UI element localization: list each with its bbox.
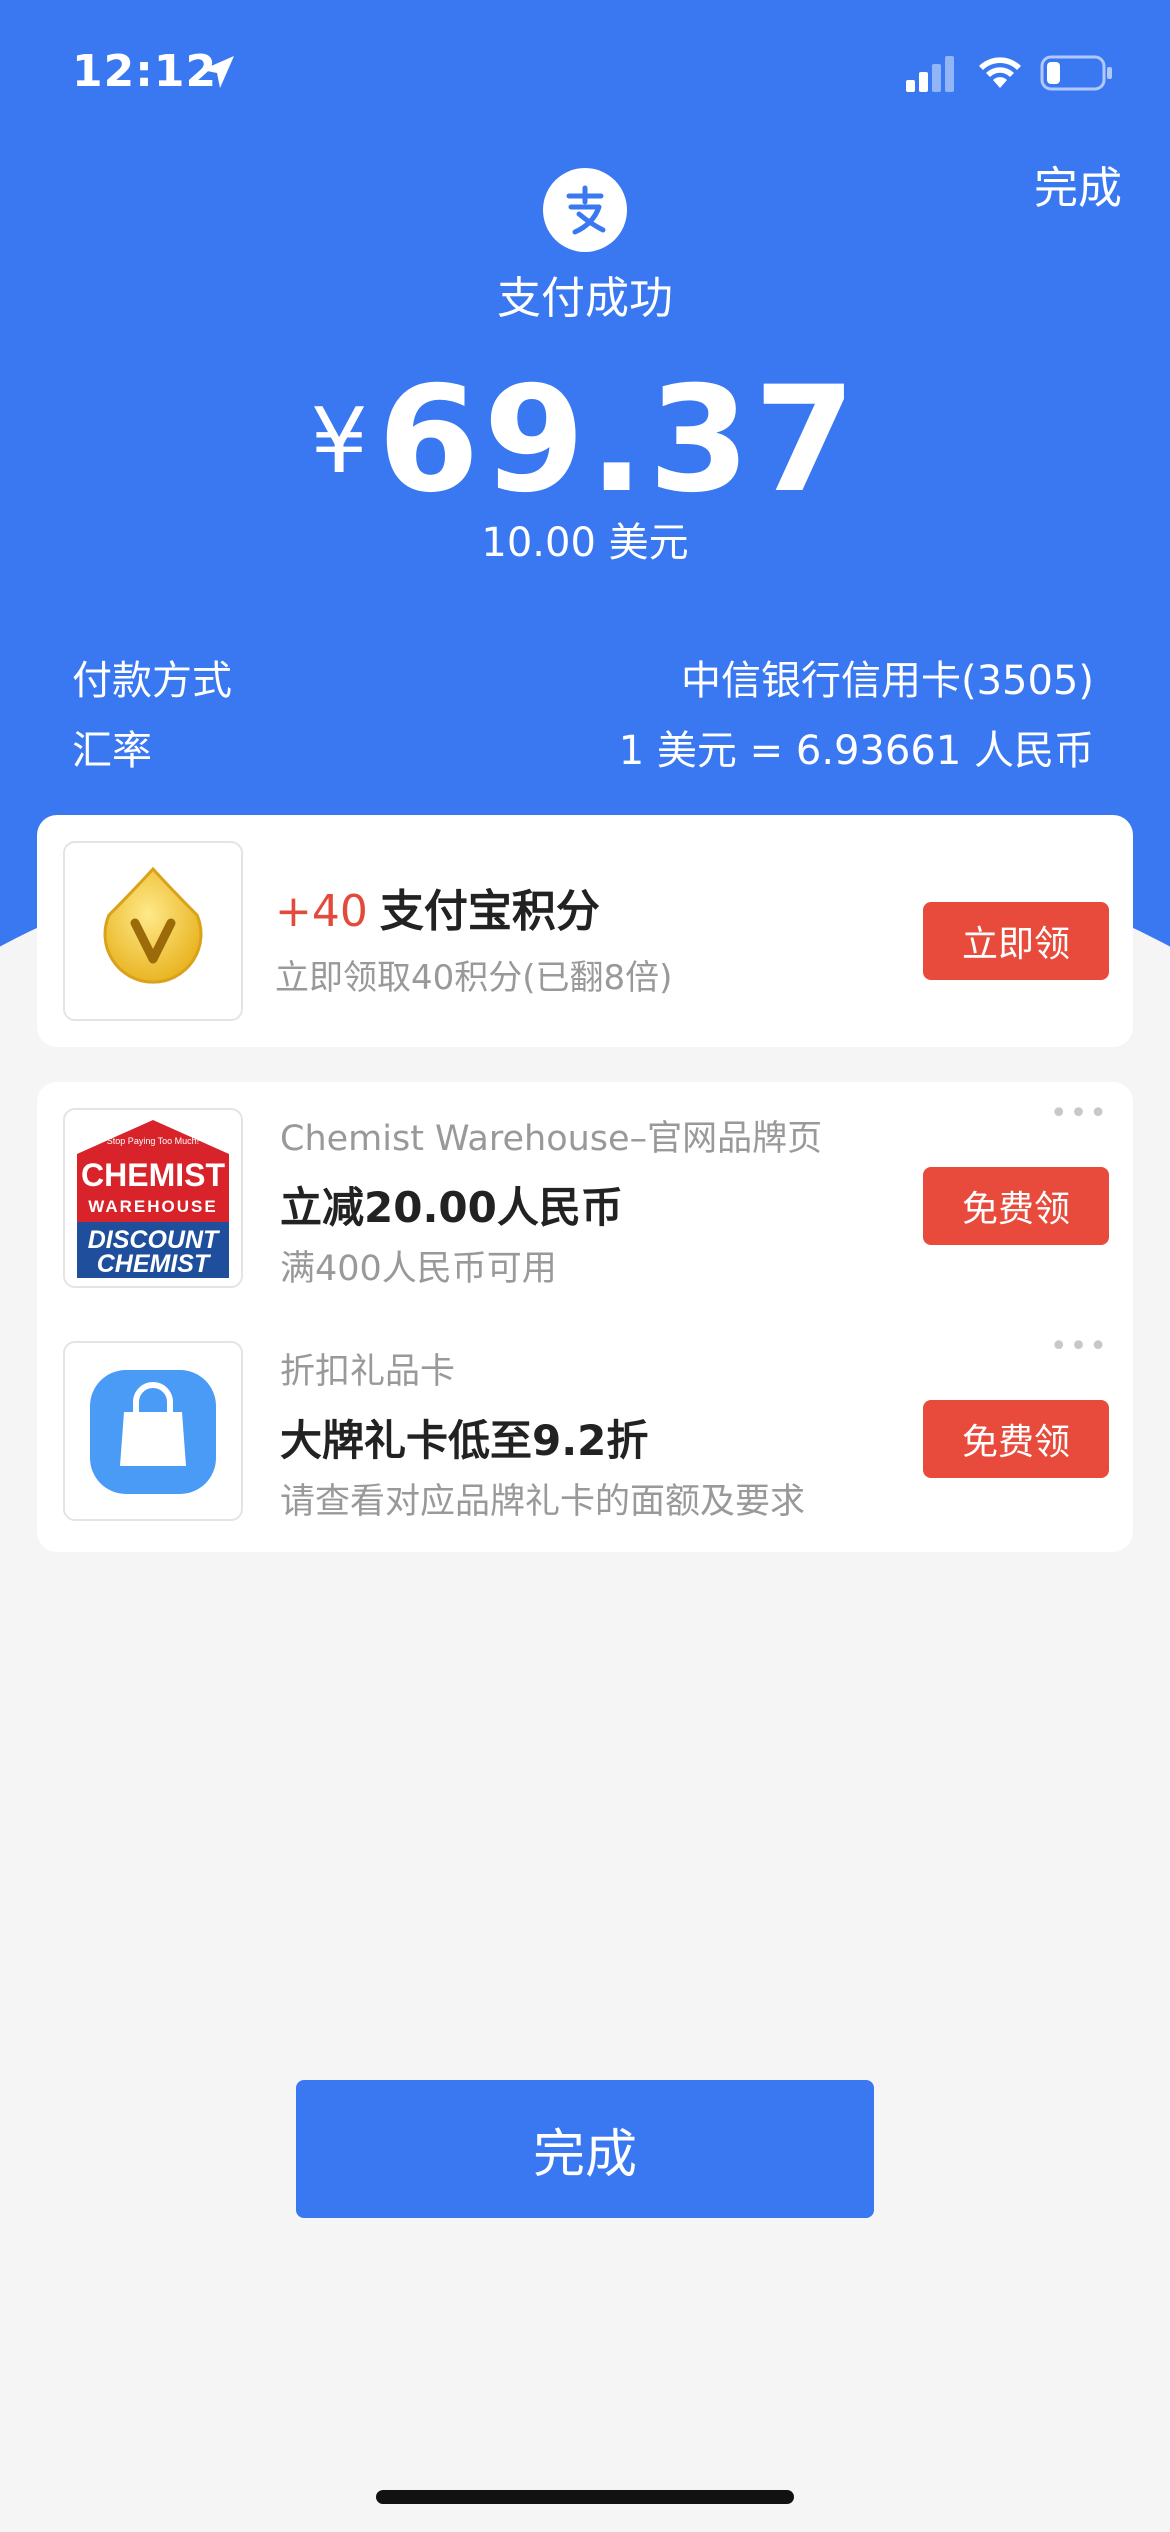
currency-symbol: ¥ [310, 389, 368, 494]
offer-source: 折扣礼品卡 [280, 1352, 456, 1392]
logo-tagline: Stop Paying Too Much! [107, 1136, 199, 1146]
exchange-rate-row: 汇率 1 美元 = 6.93661 人民币 [72, 718, 1094, 776]
list-item[interactable]: 折扣礼品卡 大牌礼卡低至9.2折 请查看对应品牌礼卡的面额及要求 ••• 免费领 [37, 1315, 1133, 1535]
shopping-bag-icon [90, 1370, 216, 1494]
logo-line1: CHEMIST [81, 1157, 225, 1193]
payment-method-row: 付款方式 中信银行信用卡(3505) [72, 648, 1094, 706]
exchange-rate-value: 1 美元 = 6.93661 人民币 [618, 728, 1094, 774]
points-thumbnail [63, 841, 243, 1021]
claim-offer-button[interactable]: 免费领 [923, 1167, 1109, 1245]
offer-subtitle: 满400人民币可用 [280, 1249, 557, 1289]
offer-subtitle: 请查看对应品牌礼卡的面额及要求 [280, 1482, 806, 1522]
gift-card-thumbnail [63, 1341, 243, 1521]
offer-title: 大牌礼卡低至9.2折 [280, 1416, 649, 1465]
alipay-logo-icon [543, 168, 627, 252]
original-amount: 10.00 美元 [481, 520, 689, 566]
payment-success-screen: 12:12 完成 支付成功 ¥69.37 10.00 美元 付款方式 中信银行信… [0, 0, 1170, 2532]
status-time: 12:12 [72, 46, 218, 97]
more-options-icon[interactable]: ••• [1050, 1096, 1109, 1131]
claim-points-button[interactable]: 立即领 [923, 902, 1109, 980]
payment-amount: ¥69.37 [0, 355, 1170, 525]
points-subtitle: 立即领取40积分(已翻8倍) [275, 958, 673, 998]
cellular-signal-icon [906, 56, 954, 92]
points-title: +40 支付宝积分 [275, 875, 600, 939]
more-options-icon[interactable]: ••• [1050, 1329, 1109, 1364]
top-done-button[interactable]: 完成 [1034, 152, 1122, 216]
points-label: 支付宝积分 [379, 886, 600, 937]
exchange-rate-label: 汇率 [72, 728, 152, 774]
offer-source: Chemist Warehouse–官网品牌页 [280, 1119, 823, 1159]
points-amount: +40 [275, 886, 368, 937]
chemist-warehouse-logo: Stop Paying Too Much! CHEMIST WAREHOUSE … [63, 1108, 243, 1288]
payment-method-label: 付款方式 [72, 658, 232, 704]
offers-card: Stop Paying Too Much! CHEMIST WAREHOUSE … [37, 1082, 1133, 1552]
gold-coin-icon [103, 866, 203, 984]
done-button[interactable]: 完成 [296, 2080, 874, 2218]
logo-line4: CHEMIST [97, 1250, 212, 1278]
points-card[interactable]: +40 支付宝积分 立即领取40积分(已翻8倍) 立即领 [37, 815, 1133, 1047]
amount-value: 69.37 [377, 355, 860, 525]
location-arrow-icon [202, 56, 234, 88]
claim-offer-button[interactable]: 免费领 [923, 1400, 1109, 1478]
battery-icon [1040, 55, 1112, 91]
payment-method-value: 中信银行信用卡(3505) [680, 658, 1094, 704]
offer-title: 立减20.00人民币 [280, 1183, 623, 1232]
list-item[interactable]: Stop Paying Too Much! CHEMIST WAREHOUSE … [37, 1082, 1133, 1302]
home-indicator[interactable] [376, 2490, 794, 2504]
wifi-icon [979, 57, 1021, 88]
logo-line2: WAREHOUSE [88, 1197, 217, 1216]
payment-status-title: 支付成功 [497, 273, 673, 324]
